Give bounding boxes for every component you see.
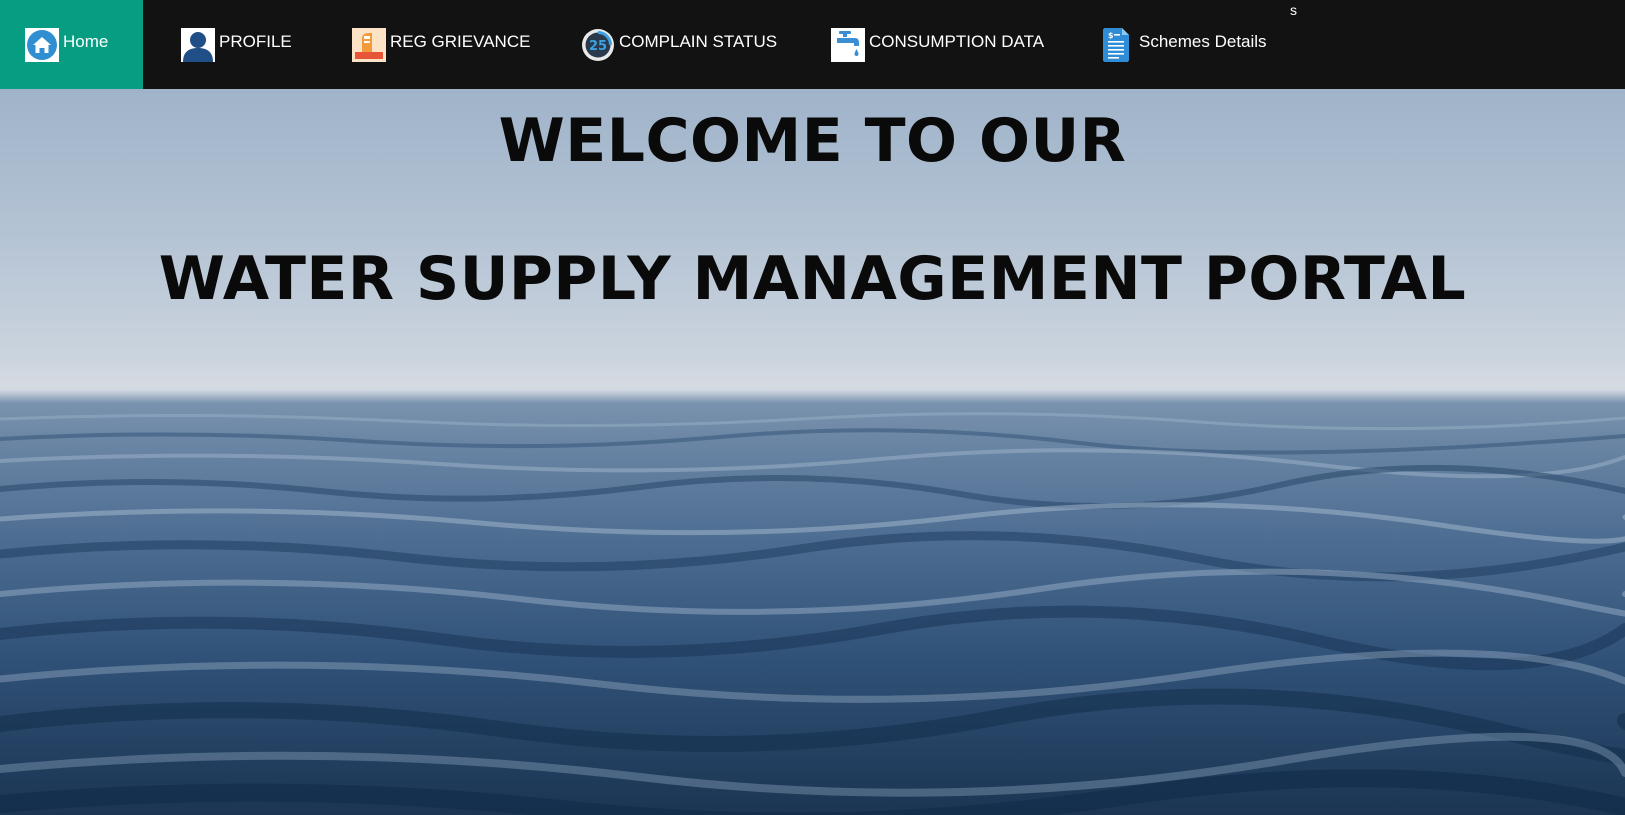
grievance-icon bbox=[352, 27, 386, 62]
nav-profile[interactable]: PROFILE bbox=[181, 0, 292, 89]
svg-text:$: $ bbox=[1108, 31, 1114, 40]
document-icon: $ bbox=[1103, 27, 1129, 62]
portal-title-heading: WATER SUPPLY MANAGEMENT PORTAL bbox=[158, 244, 1467, 314]
nav-schemes-details[interactable]: $ Schemes Details bbox=[1103, 0, 1267, 89]
nav-home[interactable]: Home bbox=[0, 0, 143, 89]
nav-home-label: Home bbox=[63, 31, 109, 51]
nav-schemes-details-label: Schemes Details bbox=[1139, 31, 1267, 51]
nav-profile-label: PROFILE bbox=[219, 31, 292, 51]
welcome-heading: WELCOME TO OUR bbox=[498, 106, 1127, 176]
nav-complain-status[interactable]: 25 COMPLAIN STATUS bbox=[581, 0, 777, 89]
top-navbar: Home PROFILE REG GRIEVANCE 25 COMPLAIN S… bbox=[0, 0, 1625, 89]
home-icon bbox=[25, 27, 59, 62]
nav-reg-grievance[interactable]: REG GRIEVANCE bbox=[352, 0, 530, 89]
water-tap-icon bbox=[831, 27, 865, 62]
nav-reg-grievance-label: REG GRIEVANCE bbox=[390, 31, 531, 51]
sea-background-image bbox=[0, 389, 1625, 815]
corner-text: s bbox=[1290, 2, 1297, 18]
hero-banner: WELCOME TO OUR WATER SUPPLY MANAGEMENT P… bbox=[0, 89, 1625, 815]
profile-icon bbox=[181, 27, 215, 62]
nav-consumption-data[interactable]: CONSUMPTION DATA bbox=[831, 0, 1044, 89]
nav-complain-status-label: COMPLAIN STATUS bbox=[619, 31, 778, 51]
status-dial-icon: 25 bbox=[581, 28, 615, 62]
status-dial-number: 25 bbox=[589, 39, 607, 54]
nav-consumption-data-label: CONSUMPTION DATA bbox=[869, 31, 1045, 51]
